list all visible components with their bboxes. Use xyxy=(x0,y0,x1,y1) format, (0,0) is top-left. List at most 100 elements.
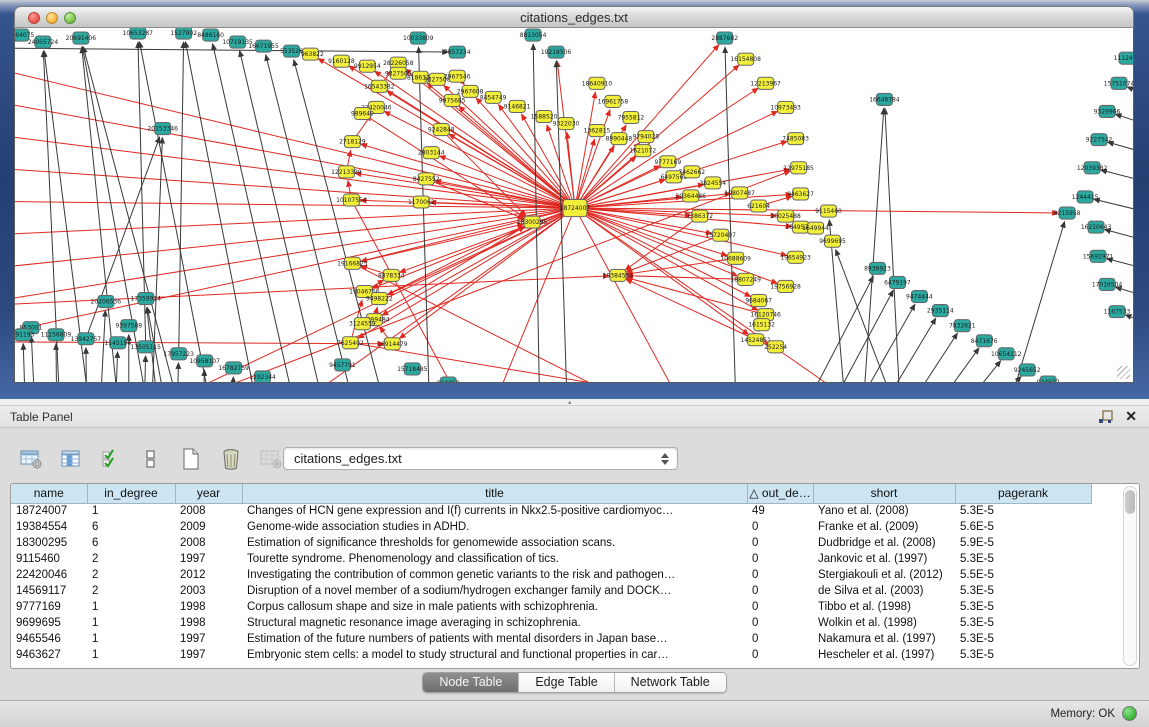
cell-title[interactable]: Corpus callosum shape and size in male p… xyxy=(242,599,747,615)
node-table-grid[interactable]: namein_degreeyeartitle△ out_de…shortpage… xyxy=(11,484,1092,663)
cell-name[interactable]: 19384554 xyxy=(11,519,87,535)
cell-name[interactable]: 9777169 xyxy=(11,599,87,615)
row-height-icon[interactable] xyxy=(138,446,164,472)
cell-name[interactable]: 22420046 xyxy=(11,567,87,583)
cell-out_de[interactable]: 0 xyxy=(747,647,813,663)
cell-in_degree[interactable]: 2 xyxy=(87,583,175,599)
tab-network-table[interactable]: Network Table xyxy=(614,673,726,692)
select-rows-icon[interactable] xyxy=(98,446,124,472)
cell-pagerank[interactable]: 5.6E-5 xyxy=(955,519,1091,535)
cell-year[interactable]: 1998 xyxy=(175,615,242,631)
cell-out_de[interactable]: 0 xyxy=(747,599,813,615)
column-header-year[interactable]: year xyxy=(175,484,242,503)
cell-pagerank[interactable]: 5.3E-5 xyxy=(955,551,1091,567)
column-header-pagerank[interactable]: pagerank xyxy=(955,484,1091,503)
cell-name[interactable]: 14569117 xyxy=(11,583,87,599)
cell-pagerank[interactable]: 5.9E-5 xyxy=(955,535,1091,551)
cell-short[interactable]: Hescheler et al. (1997) xyxy=(813,647,955,663)
cell-pagerank[interactable]: 5.3E-5 xyxy=(955,647,1091,663)
cell-out_de[interactable]: 0 xyxy=(747,519,813,535)
column-header-out_de[interactable]: △ out_de… xyxy=(747,484,813,503)
cell-title[interactable]: Investigating the contribution of common… xyxy=(242,567,747,583)
cell-out_de[interactable]: 0 xyxy=(747,583,813,599)
network-canvas[interactable]: 1872400779638229160128991295428226058932… xyxy=(14,28,1134,383)
cell-year[interactable]: 2009 xyxy=(175,519,242,535)
new-table-icon[interactable] xyxy=(178,446,204,472)
cell-short[interactable]: Tibbo et al. (1998) xyxy=(813,599,955,615)
cell-short[interactable]: Stergiakouli et al. (2012) xyxy=(813,567,955,583)
table-row[interactable]: 1872400712008Changes of HCN gene express… xyxy=(11,503,1091,519)
cell-out_de[interactable]: 0 xyxy=(747,567,813,583)
cell-title[interactable]: Genome-wide association studies in ADHD. xyxy=(242,519,747,535)
table-row[interactable]: 1830029562008Estimation of significance … xyxy=(11,535,1091,551)
canvas-resize-handle[interactable] xyxy=(1117,366,1130,379)
cell-title[interactable]: Tourette syndrome. Phenomenology and cla… xyxy=(242,551,747,567)
memory-status-indicator[interactable] xyxy=(1122,706,1137,721)
table-row[interactable]: 977716911998Corpus callosum shape and si… xyxy=(11,599,1091,615)
cell-out_de[interactable]: 0 xyxy=(747,631,813,647)
cell-in_degree[interactable]: 1 xyxy=(87,631,175,647)
cell-year[interactable]: 1997 xyxy=(175,631,242,647)
float-panel-icon[interactable] xyxy=(1098,410,1113,425)
table-row[interactable]: 1456911722003Disruption of a novel membe… xyxy=(11,583,1091,599)
table-body[interactable]: 1872400712008Changes of HCN gene express… xyxy=(11,503,1091,663)
table-header-row[interactable]: namein_degreeyeartitle△ out_de…shortpage… xyxy=(11,484,1091,503)
citation-network-graph[interactable]: 1872400779638229160128991295428226058932… xyxy=(15,28,1133,382)
cell-in_degree[interactable]: 1 xyxy=(87,647,175,663)
cell-title[interactable]: Changes of HCN gene expression and I(f) … xyxy=(242,503,747,519)
cell-in_degree[interactable]: 6 xyxy=(87,519,175,535)
cell-title[interactable]: Disruption of a novel member of a sodium… xyxy=(242,583,747,599)
cell-in_degree[interactable]: 1 xyxy=(87,615,175,631)
cell-pagerank[interactable]: 5.5E-5 xyxy=(955,567,1091,583)
cell-year[interactable]: 2003 xyxy=(175,583,242,599)
cell-in_degree[interactable]: 6 xyxy=(87,535,175,551)
cell-pagerank[interactable]: 5.3E-5 xyxy=(955,615,1091,631)
table-options-icon[interactable] xyxy=(18,446,44,472)
cell-short[interactable]: Dudbridge et al. (2008) xyxy=(813,535,955,551)
tab-edge-table[interactable]: Edge Table xyxy=(518,673,613,692)
cell-year[interactable]: 2012 xyxy=(175,567,242,583)
cell-name[interactable]: 9465546 xyxy=(11,631,87,647)
table-row[interactable]: 946362711997Embryonic stem cells: a mode… xyxy=(11,647,1091,663)
cell-title[interactable]: Embryonic stem cells: a model to study s… xyxy=(242,647,747,663)
cell-year[interactable]: 2008 xyxy=(175,503,242,519)
cell-out_de[interactable]: 0 xyxy=(747,535,813,551)
cell-in_degree[interactable]: 2 xyxy=(87,551,175,567)
column-header-name[interactable]: name xyxy=(11,484,87,503)
cell-short[interactable]: de Silva et al. (2003) xyxy=(813,583,955,599)
show-columns-icon[interactable] xyxy=(58,446,84,472)
cell-name[interactable]: 18724007 xyxy=(11,503,87,519)
vertical-scrollbar[interactable] xyxy=(1123,486,1137,666)
cell-pagerank[interactable]: 5.3E-5 xyxy=(955,599,1091,615)
cell-title[interactable]: Structural magnetic resonance image aver… xyxy=(242,615,747,631)
table-row[interactable]: 2242004622012Investigating the contribut… xyxy=(11,567,1091,583)
cell-year[interactable]: 1997 xyxy=(175,551,242,567)
cell-out_de[interactable]: 49 xyxy=(747,503,813,519)
panel-splitter[interactable]: ▴ xyxy=(0,399,1149,406)
cell-title[interactable]: Estimation of significance thresholds fo… xyxy=(242,535,747,551)
column-header-in_degree[interactable]: in_degree xyxy=(87,484,175,503)
table-row[interactable]: 911546021997Tourette syndrome. Phenomeno… xyxy=(11,551,1091,567)
cell-in_degree[interactable]: 1 xyxy=(87,599,175,615)
scrollbar-thumb[interactable] xyxy=(1125,490,1135,514)
cell-short[interactable]: Jankovic et al. (1997) xyxy=(813,551,955,567)
column-header-short[interactable]: short xyxy=(813,484,955,503)
cell-pagerank[interactable]: 5.3E-5 xyxy=(955,503,1091,519)
cell-short[interactable]: Yano et al. (2008) xyxy=(813,503,955,519)
cell-title[interactable]: Estimation of the future numbers of pati… xyxy=(242,631,747,647)
table-row[interactable]: 946554611997Estimation of the future num… xyxy=(11,631,1091,647)
table-row[interactable]: 1938455462009Genome-wide association stu… xyxy=(11,519,1091,535)
cell-name[interactable]: 18300295 xyxy=(11,535,87,551)
cell-year[interactable]: 1998 xyxy=(175,599,242,615)
cell-pagerank[interactable]: 5.3E-5 xyxy=(955,631,1091,647)
cell-pagerank[interactable]: 5.3E-5 xyxy=(955,583,1091,599)
cell-name[interactable]: 9463627 xyxy=(11,647,87,663)
column-header-title[interactable]: title xyxy=(242,484,747,503)
table-row[interactable]: 969969511998Structural magnetic resonanc… xyxy=(11,615,1091,631)
tab-node-table[interactable]: Node Table xyxy=(423,673,518,692)
network-window-titlebar[interactable]: citations_edges.txt xyxy=(14,6,1134,28)
cell-in_degree[interactable]: 1 xyxy=(87,503,175,519)
cell-out_de[interactable]: 0 xyxy=(747,551,813,567)
cell-year[interactable]: 2008 xyxy=(175,535,242,551)
cell-in_degree[interactable]: 2 xyxy=(87,567,175,583)
